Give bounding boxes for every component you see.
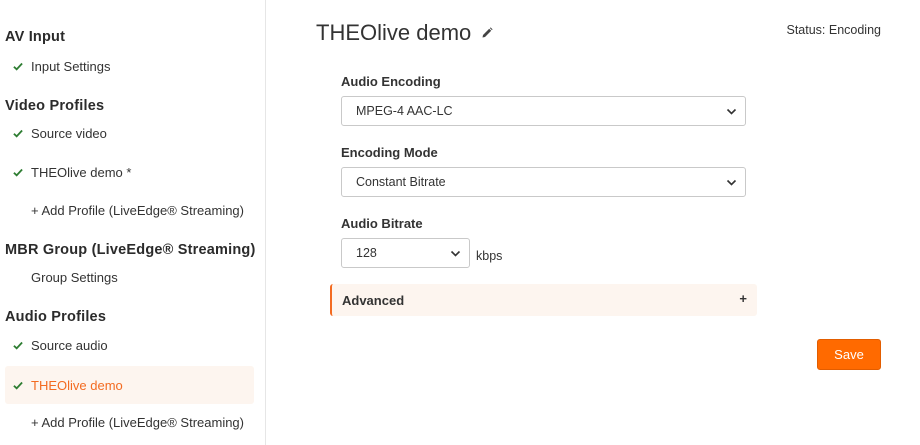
check-icon bbox=[5, 62, 23, 71]
section-heading-video-profiles: Video Profiles bbox=[5, 98, 105, 114]
sidebar-item-label: THEOlive demo bbox=[31, 377, 123, 393]
section-heading-av-input: AV Input bbox=[5, 29, 66, 45]
chevron-down-icon bbox=[726, 177, 737, 191]
title-row: THEOlive demo bbox=[316, 20, 493, 46]
sidebar-item-input-settings[interactable]: Input Settings bbox=[5, 48, 254, 84]
sidebar-item-source-audio[interactable]: Source audio bbox=[5, 327, 254, 363]
check-icon bbox=[5, 129, 23, 138]
chevron-down-icon bbox=[726, 106, 737, 120]
main-panel: THEOlive demo Status: Encoding Audio Enc… bbox=[266, 0, 920, 445]
sidebar-item-label: THEOlive demo * bbox=[31, 164, 132, 180]
audio-encoding-select[interactable]: MPEG-4 AAC-LC bbox=[341, 96, 746, 126]
audio-bitrate-select[interactable]: 128 bbox=[341, 238, 470, 268]
sidebar-item-label: + Add Profile (LiveEdge® Streaming) bbox=[31, 202, 244, 218]
sidebar-item-label: Group Settings bbox=[31, 269, 118, 285]
sidebar-item-group-settings[interactable]: Group Settings bbox=[5, 259, 254, 295]
audio-bitrate-value: 128 bbox=[356, 246, 377, 260]
audio-encoding-value: MPEG-4 AAC-LC bbox=[356, 104, 453, 118]
sidebar: AV Input Input Settings Video Profiles S… bbox=[0, 0, 266, 445]
audio-encoding-label: Audio Encoding bbox=[341, 74, 441, 89]
bitrate-unit: kbps bbox=[476, 249, 503, 263]
pencil-icon[interactable] bbox=[481, 27, 493, 39]
check-icon bbox=[5, 341, 23, 350]
encoding-mode-label: Encoding Mode bbox=[341, 145, 438, 160]
sidebar-item-audio-theolive-demo[interactable]: THEOlive demo bbox=[5, 366, 254, 404]
advanced-accordion[interactable]: Advanced + bbox=[330, 284, 757, 316]
advanced-label: Advanced bbox=[342, 292, 405, 308]
sidebar-item-video-theolive-demo[interactable]: THEOlive demo * bbox=[5, 154, 254, 190]
encoding-mode-select[interactable]: Constant Bitrate bbox=[341, 167, 746, 197]
sidebar-item-label: Input Settings bbox=[31, 58, 111, 74]
status-text: Status: Encoding bbox=[786, 23, 881, 37]
save-button[interactable]: Save bbox=[817, 339, 881, 370]
section-heading-audio-profiles: Audio Profiles bbox=[5, 309, 107, 325]
page-title: THEOlive demo bbox=[316, 20, 472, 45]
plus-icon[interactable]: + bbox=[739, 291, 747, 306]
check-icon bbox=[5, 168, 23, 177]
sidebar-item-label: Source video bbox=[31, 125, 107, 141]
sidebar-item-label: Source audio bbox=[31, 337, 108, 353]
add-audio-profile-link[interactable]: + Add Profile (LiveEdge® Streaming) bbox=[5, 404, 254, 440]
sidebar-item-label: + Add Profile (LiveEdge® Streaming) bbox=[31, 414, 244, 430]
audio-bitrate-label: Audio Bitrate bbox=[341, 216, 423, 231]
section-heading-mbr-group: MBR Group (LiveEdge® Streaming) bbox=[5, 242, 256, 258]
encoding-mode-value: Constant Bitrate bbox=[356, 175, 446, 189]
sidebar-item-source-video[interactable]: Source video bbox=[5, 115, 254, 151]
add-video-profile-link[interactable]: + Add Profile (LiveEdge® Streaming) bbox=[5, 192, 254, 228]
check-icon bbox=[5, 381, 23, 390]
chevron-down-icon bbox=[450, 248, 461, 262]
